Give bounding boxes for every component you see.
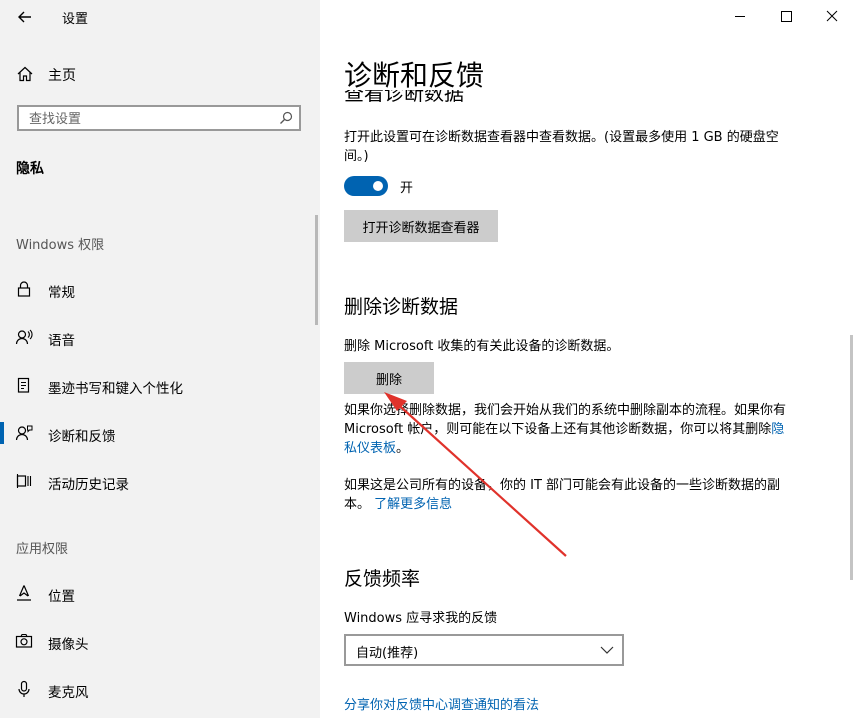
delete-data-info: 如果你选择删除数据，我们会开始从我们的系统中删除副本的流程。如果你有 Micro… xyxy=(344,401,794,458)
maximize-icon xyxy=(781,11,792,22)
nav-item-label: 位置 xyxy=(48,589,75,605)
back-arrow-icon xyxy=(18,11,31,23)
location-icon xyxy=(17,585,31,601)
category-title: 隐私 xyxy=(16,161,44,177)
microphone-icon xyxy=(18,680,30,697)
toggle-state-label: 开 xyxy=(400,181,414,196)
view-data-description: 打开此设置可在诊断数据查看器中查看数据。(设置最多使用 1 GB 的硬盘空间。) xyxy=(344,130,779,164)
sidebar-scrollbar[interactable] xyxy=(315,215,318,325)
delete-data-description: 删除 Microsoft 收集的有关此设备的诊断数据。 xyxy=(344,339,620,354)
search-input[interactable] xyxy=(27,109,271,129)
delete-data-section-title: 删除诊断数据 xyxy=(344,296,459,318)
section-header-windows-permissions: Windows 权限 xyxy=(16,238,105,253)
nav-item-label: 摄像头 xyxy=(48,637,89,653)
timeline-icon xyxy=(16,474,32,488)
nav-item-speech[interactable]: 语音 xyxy=(0,322,320,352)
feedback-survey-link[interactable]: 分享你对反馈中心调查通知的看法 xyxy=(344,696,539,715)
delete-info-end: 。 xyxy=(396,441,410,456)
app-title: 设置 xyxy=(62,12,89,27)
minimize-icon xyxy=(735,16,745,17)
sidebar: 设置 主页 隐私 Windows 权限 常规 语音 xyxy=(0,0,320,718)
nav-item-label: 语音 xyxy=(48,333,75,349)
search-icon[interactable] xyxy=(279,111,293,125)
page-title: 诊断和反馈 xyxy=(344,59,485,92)
nav-item-camera[interactable]: 摄像头 xyxy=(0,626,320,656)
company-device-info: 如果这是公司所有的设备，你的 IT 部门可能会有此设备的一些诊断数据的副本。 了… xyxy=(344,476,794,514)
feedback-frequency-label: Windows 应寻求我的反馈 xyxy=(344,611,498,626)
nav-home-label: 主页 xyxy=(48,68,76,84)
nav-item-label: 墨迹书写和键入个性化 xyxy=(48,381,183,397)
nav-item-diagnostics-feedback[interactable]: 诊断和反馈 xyxy=(0,418,320,448)
nav-item-label: 活动历史记录 xyxy=(48,477,129,493)
nav-item-activity-history[interactable]: 活动历史记录 xyxy=(0,466,320,496)
pen-clipboard-icon xyxy=(17,377,30,393)
maximize-button[interactable] xyxy=(776,6,796,26)
nav-item-inking-typing[interactable]: 墨迹书写和键入个性化 xyxy=(0,370,320,400)
lock-icon xyxy=(17,281,31,297)
back-button[interactable] xyxy=(14,6,36,28)
delete-info-text: 如果你选择删除数据，我们会开始从我们的系统中删除副本的流程。如果你有 Micro… xyxy=(344,403,787,437)
minimize-button[interactable] xyxy=(730,6,750,26)
camera-icon xyxy=(15,633,33,648)
home-icon xyxy=(17,66,33,82)
view-data-section-title: 查看诊断数据 xyxy=(344,90,464,104)
nav-item-label: 诊断和反馈 xyxy=(48,429,116,445)
open-diagnostic-viewer-button[interactable]: 打开诊断数据查看器 xyxy=(344,210,498,242)
nav-item-general[interactable]: 常规 xyxy=(0,274,320,304)
selected-indicator xyxy=(0,422,4,444)
nav-item-location[interactable]: 位置 xyxy=(0,578,320,608)
delete-button[interactable]: 删除 xyxy=(344,362,434,394)
view-data-toggle[interactable] xyxy=(344,176,388,196)
chevron-down-icon xyxy=(600,646,614,654)
view-data-section-title-text: 查看诊断数据 xyxy=(344,90,464,104)
feedback-section-title: 反馈频率 xyxy=(344,568,421,590)
nav-item-label: 麦克风 xyxy=(48,685,89,701)
main-scrollbar[interactable] xyxy=(850,335,853,580)
close-button[interactable] xyxy=(822,6,842,26)
feedback-frequency-dropdown[interactable]: 自动(推荐) xyxy=(344,634,624,666)
main-content: 诊断和反馈 查看诊断数据 打开此设置可在诊断数据查看器中查看数据。(设置最多使用… xyxy=(320,0,855,718)
close-icon xyxy=(826,10,838,22)
dropdown-selected-value: 自动(推荐) xyxy=(356,646,419,661)
nav-home[interactable]: 主页 xyxy=(0,60,320,88)
section-header-app-permissions: 应用权限 xyxy=(16,542,69,557)
feedback-person-icon xyxy=(15,425,33,441)
toggle-knob xyxy=(373,181,383,191)
nav-item-microphone[interactable]: 麦克风 xyxy=(0,674,320,704)
nav-item-label: 常规 xyxy=(48,285,75,301)
learn-more-link[interactable]: 了解更多信息 xyxy=(374,497,452,512)
search-box[interactable] xyxy=(17,105,301,131)
speech-icon xyxy=(15,329,33,345)
